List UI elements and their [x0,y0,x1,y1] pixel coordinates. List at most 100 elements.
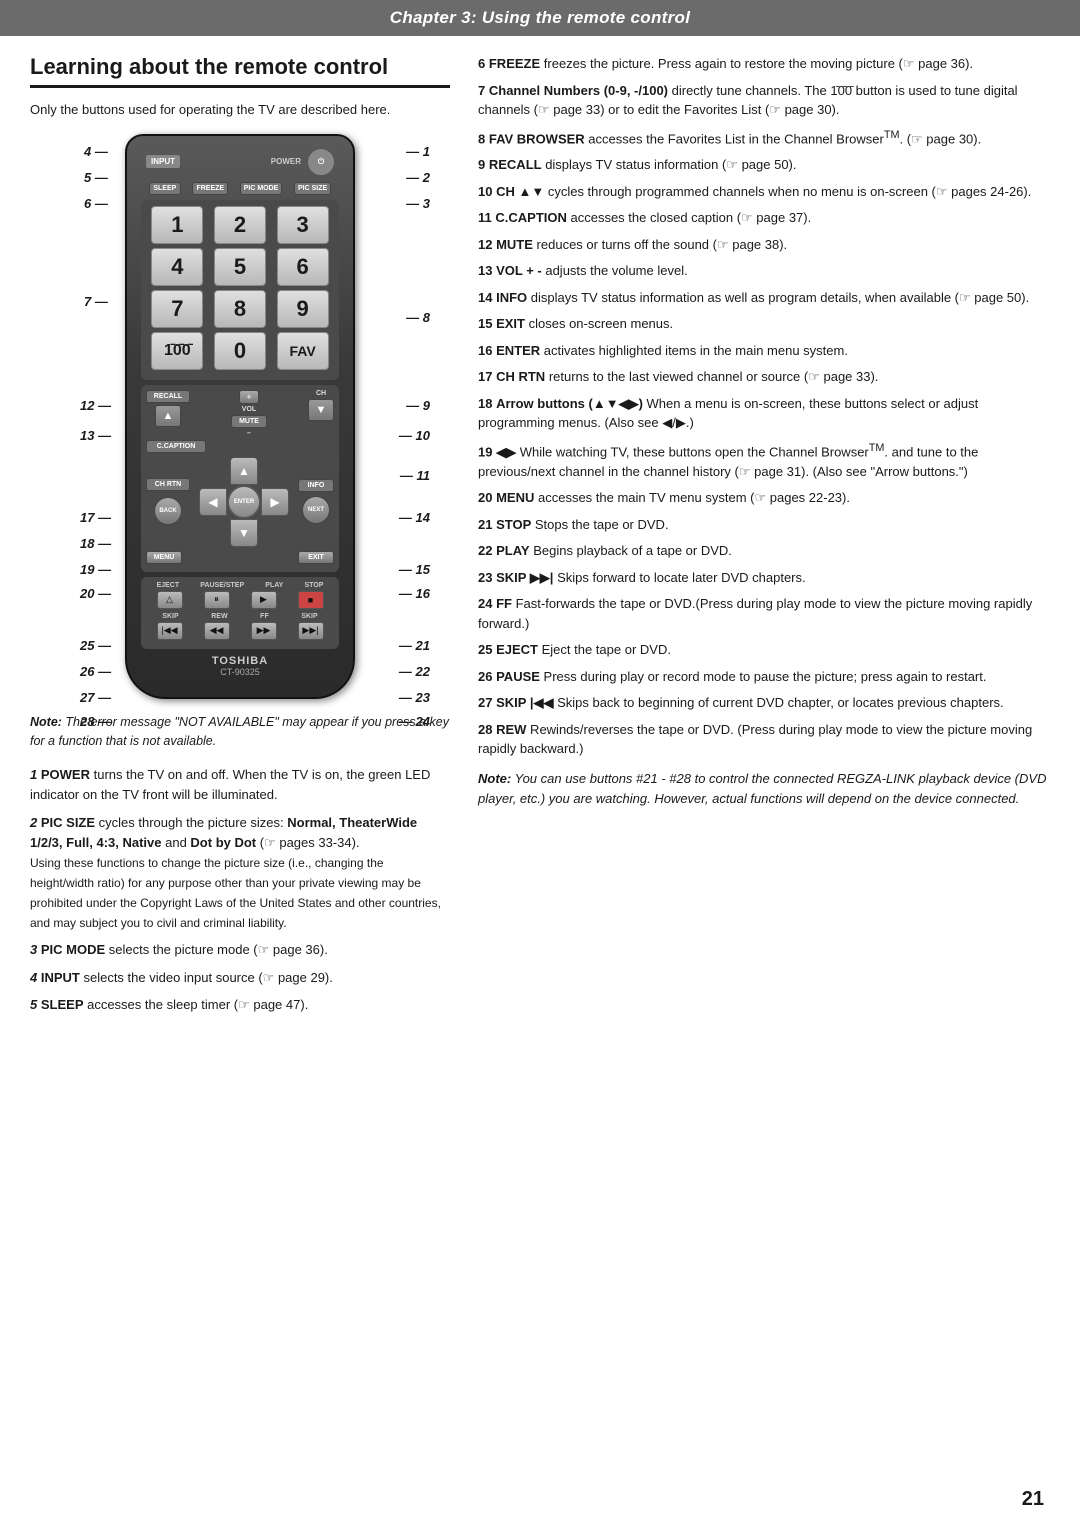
ch-label: CH [316,390,326,397]
side-label-r14: — 14 [399,510,430,525]
item-10: 10 CH ▲▼ cycles through programmed chann… [478,182,1050,202]
transport-row-2: |◀◀ ◀◀ ▶▶ ▶▶| [146,622,334,640]
item-15: 15 EXIT closes on-screen menus. [478,314,1050,334]
skip-back-button[interactable]: |◀◀ [157,622,183,640]
num-3-button[interactable]: 3 [277,206,329,244]
vol-col: + VOL MUTE – [231,390,267,437]
item-25: 25 EJECT Eject the tape or DVD. [478,640,1050,660]
sleep-button[interactable]: SLEEP [149,182,181,195]
skip-fwd-label: SKIP [301,613,317,620]
play-label: PLAY [265,582,283,589]
dpad-down-button[interactable]: ▼ [230,519,258,547]
power-button[interactable]: ⏻ [307,148,335,176]
mute-button[interactable]: MUTE [231,415,267,428]
pause-button[interactable]: ⏸ [204,591,230,609]
picmode-button[interactable]: PIC MODE [240,182,283,195]
hundred-button[interactable]: 1̄0̄0̄ [151,332,203,370]
num-7-button[interactable]: 7 [151,290,203,328]
num-8-button[interactable]: 8 [214,290,266,328]
side-label-r22: — 22 [399,664,430,679]
stop-button[interactable]: ■ [298,591,324,609]
side-label-r10: — 10 [399,428,430,443]
dpad-up-button[interactable]: ▲ [230,457,258,485]
item-8: 8 FAV BROWSER accesses the Favorites Lis… [478,127,1050,149]
dpad-left-button[interactable]: ◀ [199,488,227,516]
num-5-button[interactable]: 5 [214,248,266,286]
recall-row: RECALL ▲ + VOL MUTE – CH ▼ [146,390,334,437]
brand-area: TOSHIBA CT-90325 [141,655,339,677]
ccaption-button[interactable]: C.CAPTION [146,440,206,453]
section-title: Learning about the remote control [30,54,450,88]
chrtn-button[interactable]: CH RTN [146,478,190,491]
num-9-button[interactable]: 9 [277,290,329,328]
side-label-r11: — 11 [400,468,430,483]
ch-col: CH ▼ [308,390,334,421]
power-label: POWER [271,157,301,166]
side-label-18: 18 — [80,536,111,551]
numpad-row-2: 4 5 6 [146,248,334,286]
menu-button[interactable]: MENU [146,551,182,564]
rew-button[interactable]: ◀◀ [204,622,230,640]
transport-labels-1: EJECT PAUSE/STEP PLAY STOP [146,582,334,589]
fav-button[interactable]: FAV [277,332,329,370]
side-label-r24: — 24 [399,714,430,729]
rew-label: REW [211,613,227,620]
mid-controls: RECALL ▲ + VOL MUTE – CH ▼ [141,385,339,572]
recall-col: RECALL ▲ [146,390,190,427]
next-button[interactable]: NEXT [302,496,330,524]
recall-button[interactable]: RECALL [146,390,190,403]
info-button[interactable]: INFO [298,479,334,492]
transport-area: EJECT PAUSE/STEP PLAY STOP △ ⏸ ▶ ■ SK [141,577,339,649]
item-1: 1 POWER turns the TV on and off. When th… [30,765,450,805]
num-6-button[interactable]: 6 [277,248,329,286]
side-label-20: 20 — [80,586,111,601]
side-label-r2: — 2 [406,170,430,185]
item-24: 24 FF Fast-forwards the tape or DVD.(Pre… [478,594,1050,633]
main-content: Learning about the remote control Only t… [0,54,1080,1022]
side-label-13: 13 — [80,428,111,443]
side-label-25: 25 — [80,638,111,653]
input-button[interactable]: INPUT [145,154,181,169]
item-22: 22 PLAY Begins playback of a tape or DVD… [478,541,1050,561]
side-label-r23: — 23 [399,690,430,705]
right-column: 6 FREEZE freezes the picture. Press agai… [478,54,1050,1022]
side-label-19: 19 — [80,562,111,577]
brand-name: TOSHIBA [141,655,339,667]
chapter-header: Chapter 3: Using the remote control [0,0,1080,36]
item-20: 20 MENU accesses the main TV menu system… [478,488,1050,508]
vol-plus-button[interactable]: + [239,390,258,404]
picsize-button[interactable]: PIC SIZE [294,182,331,195]
left-side-nav: CH RTN BACK [146,478,190,525]
skip-fwd-button[interactable]: ▶▶| [298,622,324,640]
item-26: 26 PAUSE Press during play or record mod… [478,667,1050,687]
ff-button[interactable]: ▶▶ [251,622,277,640]
side-label-r1: — 1 [406,144,430,159]
item-4: 4 INPUT selects the video input source (… [30,968,450,988]
item-5: 5 SLEEP accesses the sleep timer (☞ page… [30,995,450,1015]
eject-button[interactable]: △ [157,591,183,609]
item-12: 12 MUTE reduces or turns off the sound (… [478,235,1050,255]
item-17: 17 CH RTN returns to the last viewed cha… [478,367,1050,387]
dpad-right-button[interactable]: ▶ [261,488,289,516]
enter-button[interactable]: ENTER [227,485,261,519]
numbered-list-left: 1 POWER turns the TV on and off. When th… [30,765,450,1015]
num-0-button[interactable]: 0 [214,332,266,370]
ch-up-button[interactable]: ▲ [155,405,181,427]
item-23: 23 SKIP ▶▶| Skips forward to locate late… [478,568,1050,588]
bottom-note: Note: You can use buttons #21 - #28 to c… [478,769,1050,809]
num-1-button[interactable]: 1 [151,206,203,244]
num-4-button[interactable]: 4 [151,248,203,286]
back-button[interactable]: BACK [154,497,182,525]
side-label-12: 12 — [80,398,111,413]
ch-down-button[interactable]: ▼ [308,399,334,421]
play-button[interactable]: ▶ [251,591,277,609]
side-label-27: 27 — [80,690,111,705]
item-21: 21 STOP Stops the tape or DVD. [478,515,1050,535]
left-column: Learning about the remote control Only t… [30,54,450,1022]
transport-row-1: △ ⏸ ▶ ■ [146,591,334,609]
num-2-button[interactable]: 2 [214,206,266,244]
numpad: 1 2 3 4 5 6 7 8 9 1̄0̄0̄ [141,200,339,380]
eject-label: EJECT [157,582,180,589]
freeze-button[interactable]: FREEZE [192,182,228,195]
exit-button[interactable]: EXIT [298,551,334,564]
